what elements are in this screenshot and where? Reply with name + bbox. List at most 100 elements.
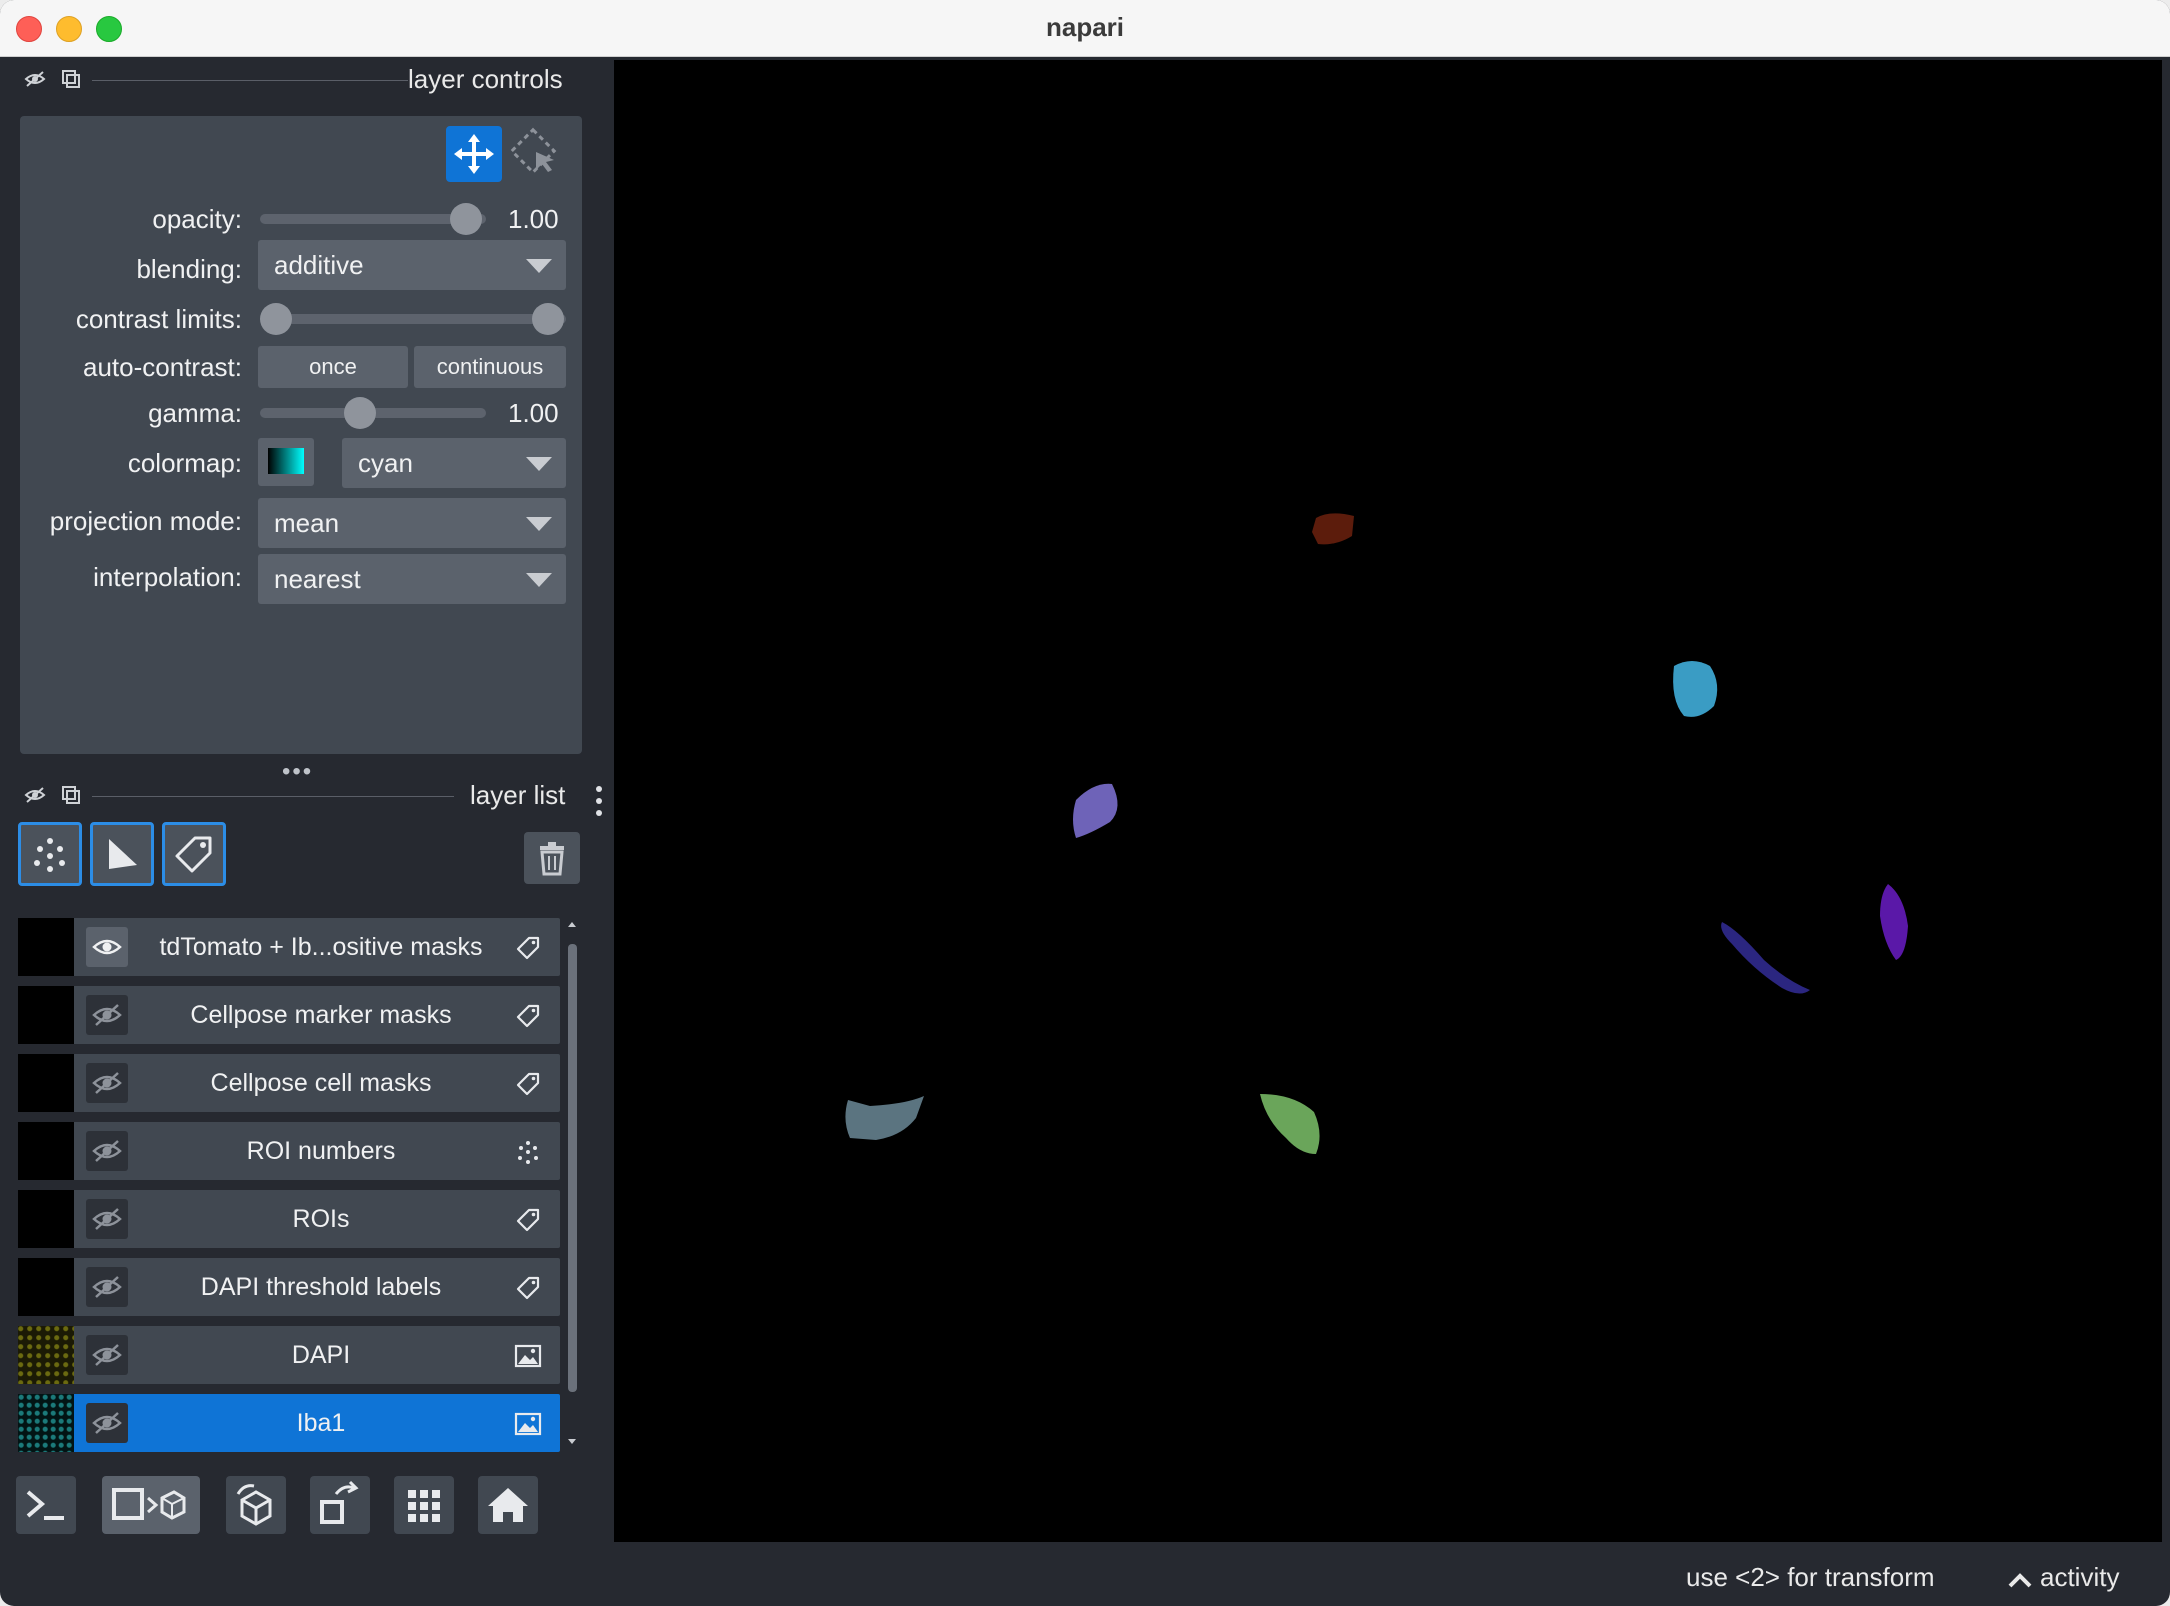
reset-view-button[interactable] — [478, 1476, 538, 1534]
layer-thumbnail — [18, 1122, 74, 1180]
visibility-toggle[interactable] — [86, 995, 128, 1035]
layer-row[interactable]: Cellpose marker masks — [18, 986, 560, 1044]
move-arrows-icon — [454, 134, 494, 174]
transform-mode-button[interactable] — [508, 126, 564, 182]
chevron-down-icon — [526, 457, 552, 471]
ndisplay-icon — [112, 1488, 186, 1520]
shapes-icon — [109, 839, 137, 869]
chevron-up-icon[interactable] — [2006, 1568, 2034, 1592]
visibility-toggle[interactable] — [86, 1199, 128, 1239]
auto-contrast-continuous-button[interactable]: continuous — [414, 346, 566, 388]
pan-zoom-mode-button[interactable] — [446, 126, 502, 182]
grid-mode-button[interactable] — [394, 1476, 454, 1534]
title-bar: napari — [0, 0, 2170, 57]
blending-dropdown[interactable]: additive — [258, 240, 566, 290]
blending-label: blending: — [136, 254, 242, 284]
layer-controls-panel: opacity: 1.00 blending: additive contras… — [20, 116, 582, 754]
projection-mode-label: projection mode: — [49, 506, 242, 536]
new-shapes-layer-button[interactable] — [90, 822, 154, 886]
points-icon — [34, 838, 65, 872]
label-tag-icon — [516, 1072, 540, 1096]
opacity-value: 1.00 — [508, 204, 559, 234]
opacity-slider-handle[interactable] — [450, 203, 482, 235]
colormap-dropdown[interactable]: cyan — [342, 438, 566, 488]
mask-blob — [1673, 661, 1718, 717]
layer-row[interactable]: Iba1 — [18, 1394, 560, 1452]
points-icon — [518, 1141, 538, 1164]
contrast-limits-slider[interactable] — [266, 314, 566, 324]
auto-contrast-once-button[interactable]: once — [258, 346, 408, 388]
layer-name[interactable]: DAPI threshold labels — [136, 1258, 506, 1316]
image-icon — [514, 1412, 542, 1436]
eye-icon — [92, 1208, 122, 1230]
layer-thumbnail — [18, 1054, 74, 1112]
transpose-dimensions-button[interactable] — [310, 1476, 370, 1534]
visibility-toggle[interactable] — [86, 1335, 128, 1375]
status-hint: use <2> for transform — [1686, 1562, 1935, 1592]
eye-icon — [92, 1004, 122, 1026]
layer-name[interactable]: Cellpose marker masks — [136, 986, 506, 1044]
activity-button[interactable]: activity — [2040, 1562, 2119, 1593]
projection-mode-value: mean — [274, 508, 340, 538]
gamma-label: gamma: — [148, 398, 242, 428]
eye-icon — [92, 939, 122, 955]
hide-dock-icon[interactable] — [24, 68, 46, 90]
gamma-value: 1.00 — [508, 398, 559, 428]
layer-list-dock-header: layer list — [18, 776, 578, 816]
visibility-toggle[interactable] — [86, 1403, 128, 1443]
transform-select-icon — [509, 127, 557, 175]
dock-header-divider — [92, 80, 408, 81]
viewer-canvas[interactable] — [614, 60, 2162, 1542]
new-labels-layer-button[interactable] — [162, 822, 226, 886]
eye-icon — [92, 1276, 122, 1298]
delete-layer-button[interactable] — [524, 832, 580, 884]
layer-name[interactable]: ROIs — [136, 1190, 506, 1248]
visibility-toggle[interactable] — [86, 1063, 128, 1103]
visibility-toggle[interactable] — [86, 927, 128, 967]
layer-row[interactable]: ROIs — [18, 1190, 560, 1248]
float-dock-icon[interactable] — [60, 68, 82, 90]
window-title: napari — [1045, 12, 1125, 42]
opacity-label: opacity: — [152, 204, 242, 234]
label-tag-icon — [516, 1004, 540, 1028]
layer-thumbnail — [18, 1326, 74, 1384]
scroll-up-icon[interactable] — [566, 918, 578, 930]
layer-list-menu-icon[interactable] — [596, 786, 604, 820]
layer-name[interactable]: ROI numbers — [136, 1122, 506, 1180]
chevron-down-icon — [526, 517, 552, 531]
layer-list-title: layer list — [470, 780, 566, 810]
roll-cube-icon — [236, 1484, 272, 1526]
layer-row[interactable]: DAPI — [18, 1326, 560, 1384]
new-points-layer-button[interactable] — [18, 822, 82, 886]
contrast-max-handle[interactable] — [532, 303, 564, 335]
layer-name[interactable]: Cellpose cell masks — [136, 1054, 506, 1112]
contrast-min-handle[interactable] — [260, 303, 292, 335]
roll-dimensions-button[interactable] — [226, 1476, 286, 1534]
layer-name[interactable]: tdTomato + Ib...ositive masks — [136, 918, 506, 976]
layer-row[interactable]: ROI numbers — [18, 1122, 560, 1180]
layer-row[interactable]: Cellpose cell masks — [18, 1054, 560, 1112]
layer-list-scrollbar[interactable] — [566, 918, 578, 1448]
contrast-limits-label: contrast limits: — [75, 304, 242, 334]
scroll-down-icon[interactable] — [566, 1436, 578, 1448]
projection-mode-dropdown[interactable]: mean — [258, 498, 566, 548]
layer-name[interactable]: DAPI — [136, 1326, 506, 1384]
custom-colormap-button[interactable] — [258, 438, 314, 486]
layer-list-scroll-thumb[interactable] — [568, 944, 577, 1392]
hide-dock-icon[interactable] — [24, 784, 46, 806]
visibility-toggle[interactable] — [86, 1267, 128, 1307]
visibility-toggle[interactable] — [86, 1131, 128, 1171]
mask-blob — [1721, 922, 1810, 994]
interpolation-dropdown[interactable]: nearest — [258, 554, 566, 604]
toggle-2d-3d-button[interactable] — [102, 1476, 200, 1534]
chevron-down-icon — [526, 573, 552, 587]
colormap-label: colormap: — [127, 448, 242, 478]
layer-row[interactable]: tdTomato + Ib...ositive masks — [18, 918, 560, 976]
gamma-slider-handle[interactable] — [344, 397, 376, 429]
layer-row[interactable]: DAPI threshold labels — [18, 1258, 560, 1316]
layer-name[interactable]: Iba1 — [136, 1394, 506, 1452]
layer-controls-title: layer controls — [408, 64, 563, 94]
float-dock-icon[interactable] — [60, 784, 82, 806]
eye-icon — [92, 1140, 122, 1162]
console-button[interactable] — [16, 1476, 76, 1534]
